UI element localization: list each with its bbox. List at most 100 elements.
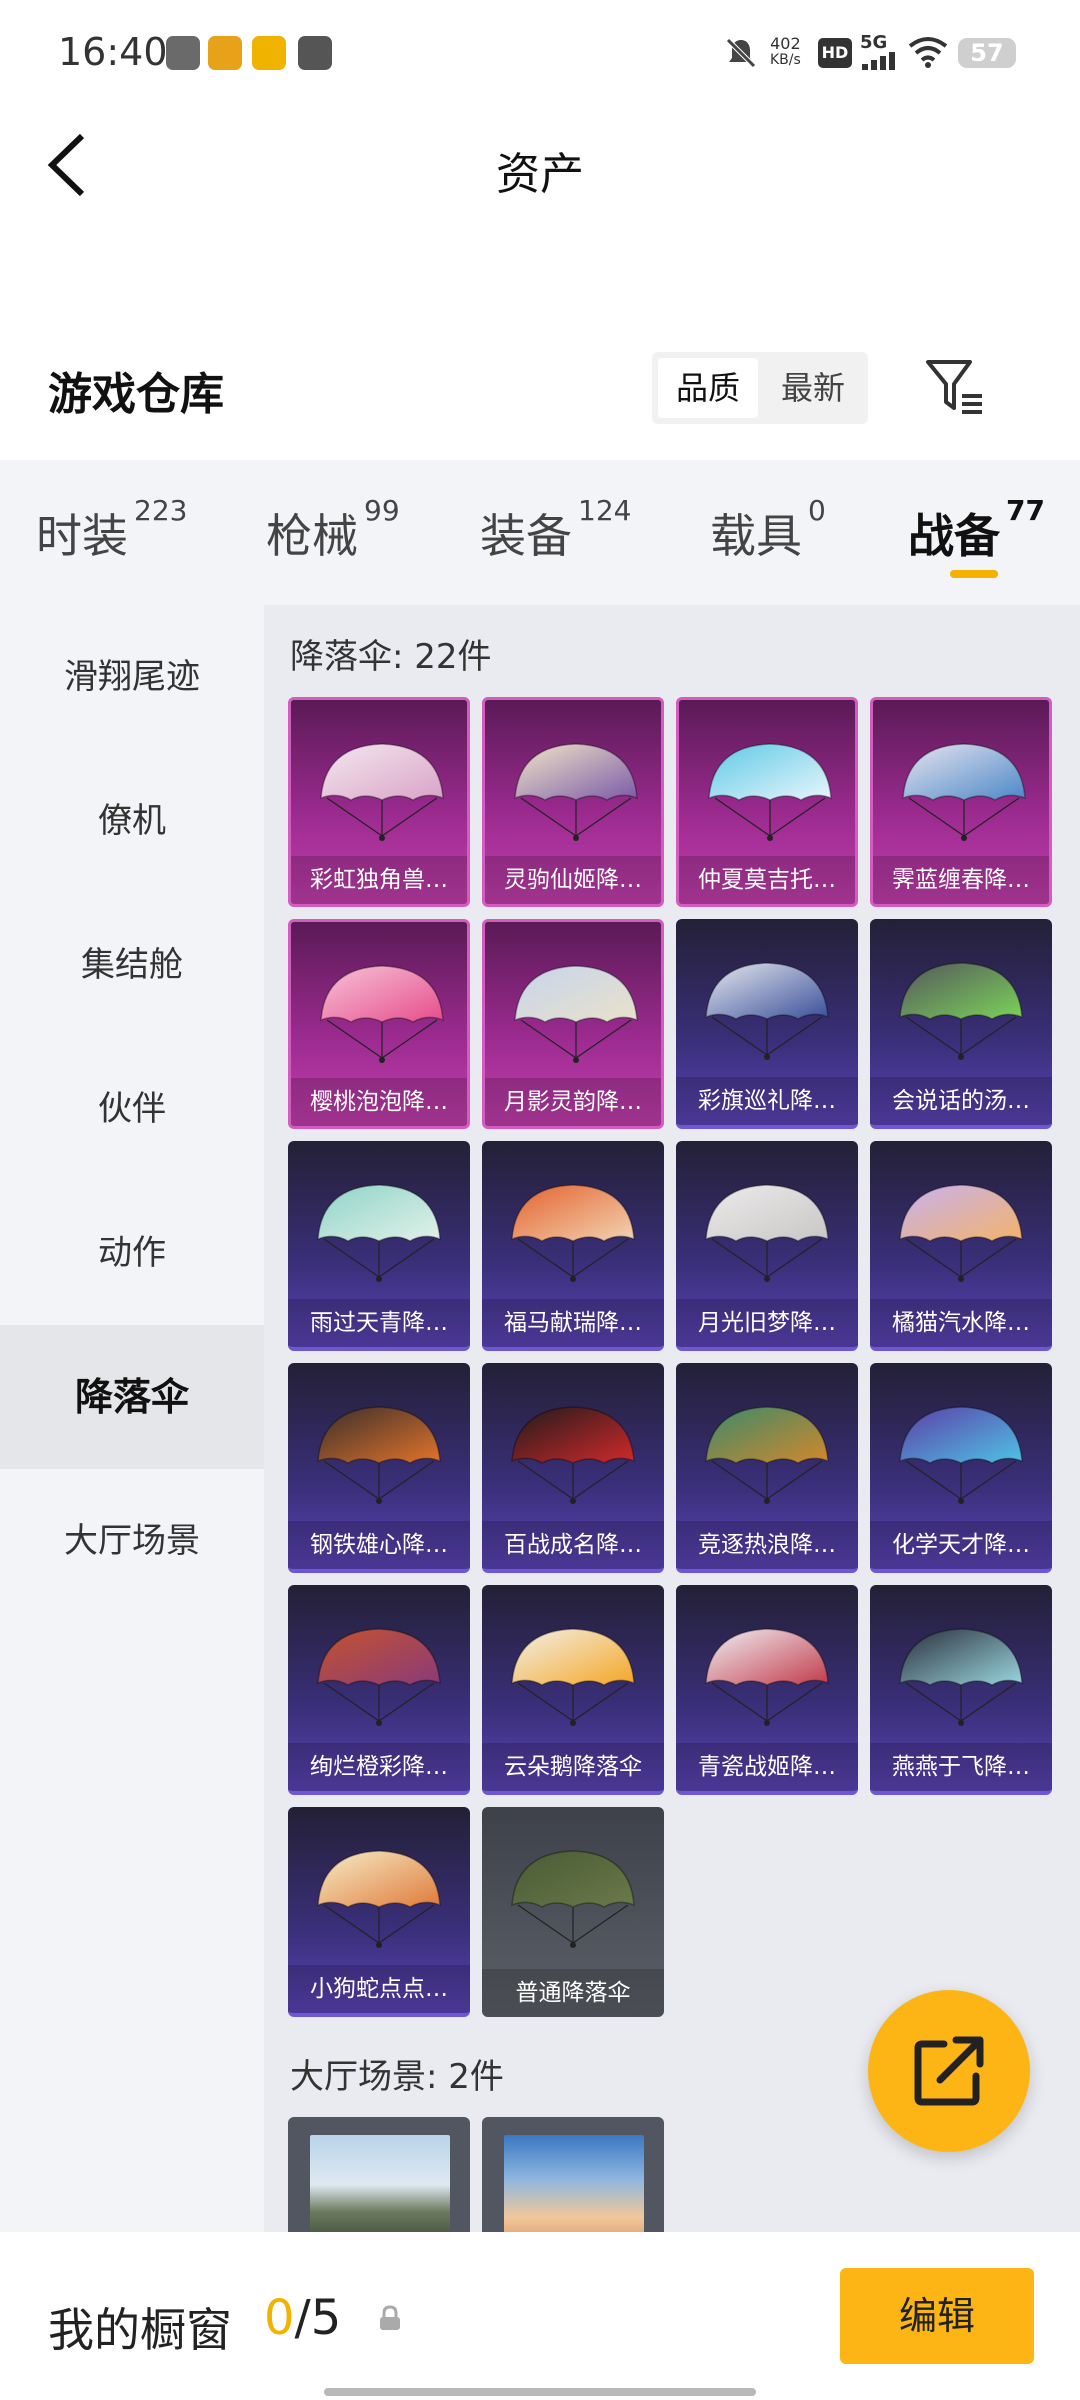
status-bar: 16:40 402 KB/s HD 5G 57 xyxy=(0,0,1080,100)
parachute-name: 樱桃泡泡降… xyxy=(291,1078,467,1126)
parachute-name: 福马献瑞降… xyxy=(482,1299,664,1347)
tab-label: 战备 xyxy=(908,509,1000,563)
parachute-image xyxy=(511,1406,635,1504)
parachute-name: 云朵鹅降落伞 xyxy=(482,1743,664,1791)
parachute-card[interactable]: 月光旧梦降… xyxy=(676,1141,858,1351)
sidebar-item-glide-trail[interactable]: 滑翔尾迹 xyxy=(0,605,264,749)
signal-bars-icon xyxy=(862,52,895,70)
parachute-image xyxy=(317,1184,441,1282)
tab-fashion[interactable]: 时装 223 xyxy=(36,494,187,566)
parachute-image xyxy=(899,1406,1023,1504)
parachute-card[interactable]: 橘猫汽水降… xyxy=(870,1141,1052,1351)
parachute-card[interactable]: 青瓷战姬降… xyxy=(676,1585,858,1795)
tab-vehicles[interactable]: 载具 0 xyxy=(710,494,826,566)
sort-toggle: 品质 最新 xyxy=(652,352,868,424)
parachute-card[interactable]: 化学天才降… xyxy=(870,1363,1052,1573)
tab-count: 99 xyxy=(364,494,400,527)
parachute-image xyxy=(320,743,444,841)
tab-count: 77 xyxy=(1006,494,1045,527)
parachute-image xyxy=(511,1628,635,1726)
parachute-image xyxy=(317,1628,441,1726)
home-indicator xyxy=(324,2388,756,2396)
parachute-card[interactable]: 燕燕于飞降… xyxy=(870,1585,1052,1795)
parachute-name: 彩虹独角兽… xyxy=(291,856,467,904)
sidebar-item-wingman[interactable]: 僚机 xyxy=(0,749,264,893)
parachute-name: 普通降落伞 xyxy=(482,1969,664,2017)
edit-button[interactable]: 编辑 xyxy=(840,2268,1034,2364)
parachute-card[interactable]: 百战成名降… xyxy=(482,1363,664,1573)
parachute-name: 仲夏莫吉托… xyxy=(679,856,855,904)
parachute-card[interactable]: 钢铁雄心降… xyxy=(288,1363,470,1573)
parachute-card[interactable]: 云朵鹅降落伞 xyxy=(482,1585,664,1795)
tab-label: 装备 xyxy=(480,509,572,563)
sort-newest-button[interactable]: 最新 xyxy=(764,358,862,418)
parachute-card[interactable]: 会说话的汤… xyxy=(870,919,1052,1129)
share-button[interactable] xyxy=(868,1990,1030,2152)
parachute-name: 橘猫汽水降… xyxy=(870,1299,1052,1347)
parachute-image xyxy=(317,1406,441,1504)
parachute-name: 彩旗巡礼降… xyxy=(676,1077,858,1125)
parachute-card[interactable]: 灵驹仙姬降… xyxy=(482,697,664,907)
parachute-image xyxy=(899,1184,1023,1282)
parachute-name: 竞逐热浪降… xyxy=(676,1521,858,1569)
parachute-card[interactable]: 仲夏莫吉托… xyxy=(676,697,858,907)
parachute-image xyxy=(320,965,444,1063)
sidebar-item-parachute[interactable]: 降落伞 xyxy=(0,1325,264,1469)
parachute-image xyxy=(514,965,638,1063)
scene-card[interactable] xyxy=(288,2117,470,2235)
parachute-card[interactable]: 竞逐热浪降… xyxy=(676,1363,858,1573)
showcase-separator: / xyxy=(294,2290,311,2346)
parachute-card[interactable]: 彩虹独角兽… xyxy=(288,697,470,907)
filter-icon[interactable] xyxy=(924,356,986,418)
parachute-image xyxy=(902,743,1026,841)
parachute-image xyxy=(899,1628,1023,1726)
parachute-name: 月影灵韵降… xyxy=(485,1078,661,1126)
vivo-icon xyxy=(298,36,332,70)
tab-combat-gear[interactable]: 战备 77 xyxy=(908,494,1045,566)
battery-icon: 57 xyxy=(958,38,1016,68)
net-speed-unit: KB/s xyxy=(770,52,801,68)
parachute-card[interactable]: 绚烂橙彩降… xyxy=(288,1585,470,1795)
parachute-image xyxy=(705,1184,829,1282)
parachute-card[interactable]: 樱桃泡泡降… xyxy=(288,919,470,1129)
parachute-name: 化学天才降… xyxy=(870,1521,1052,1569)
parachute-name: 霁蓝缠春降… xyxy=(873,856,1049,904)
showcase-total: 5 xyxy=(310,2290,342,2346)
parachute-image xyxy=(317,1850,441,1948)
parachute-card[interactable]: 彩旗巡礼降… xyxy=(676,919,858,1129)
tab-count: 0 xyxy=(808,494,826,527)
parachute-name: 百战成名降… xyxy=(482,1521,664,1569)
share-external-icon xyxy=(914,2036,984,2106)
parachute-card[interactable]: 雨过天青降… xyxy=(288,1141,470,1351)
sort-quality-button[interactable]: 品质 xyxy=(658,358,758,418)
app-icon-3 xyxy=(252,36,286,70)
tab-active-indicator xyxy=(950,570,998,578)
parachute-image xyxy=(899,962,1023,1060)
tab-weapons[interactable]: 枪械 99 xyxy=(266,494,400,566)
scene-card[interactable] xyxy=(482,2117,664,2235)
parachute-name: 小狗蛇点点… xyxy=(288,1965,470,2013)
sidebar-item-lobby-scene[interactable]: 大厅场景 xyxy=(0,1469,264,1613)
parachute-image xyxy=(511,1850,635,1948)
tab-equipment[interactable]: 装备 124 xyxy=(480,494,631,566)
lock-icon xyxy=(380,2305,400,2330)
tab-count: 223 xyxy=(134,494,188,527)
showcase-title: 我的橱窗 xyxy=(48,2303,232,2357)
parachute-image xyxy=(705,1628,829,1726)
status-time: 16:40 xyxy=(58,30,168,74)
tab-label: 枪械 xyxy=(266,509,358,563)
parachute-card[interactable]: 普通降落伞 xyxy=(482,1807,664,2017)
tab-count: 124 xyxy=(578,494,632,527)
signal-5g-icon: 5G xyxy=(860,32,888,53)
sidebar-item-emote[interactable]: 动作 xyxy=(0,1181,264,1325)
parachute-card[interactable]: 霁蓝缠春降… xyxy=(870,697,1052,907)
section-title-parachute: 降落伞: 22件 xyxy=(290,637,492,677)
parachute-card[interactable]: 月影灵韵降… xyxy=(482,919,664,1129)
sidebar-item-companion[interactable]: 伙伴 xyxy=(0,1037,264,1181)
sidebar-item-rally-pod[interactable]: 集结舱 xyxy=(0,893,264,1037)
parachute-card[interactable]: 福马献瑞降… xyxy=(482,1141,664,1351)
sidebar: 滑翔尾迹 僚机 集结舱 伙伴 动作 降落伞 大厅场景 xyxy=(0,605,264,2235)
parachute-name: 青瓷战姬降… xyxy=(676,1743,858,1791)
parachute-card[interactable]: 小狗蛇点点… xyxy=(288,1807,470,2017)
sky-scene-image xyxy=(504,2135,644,2235)
